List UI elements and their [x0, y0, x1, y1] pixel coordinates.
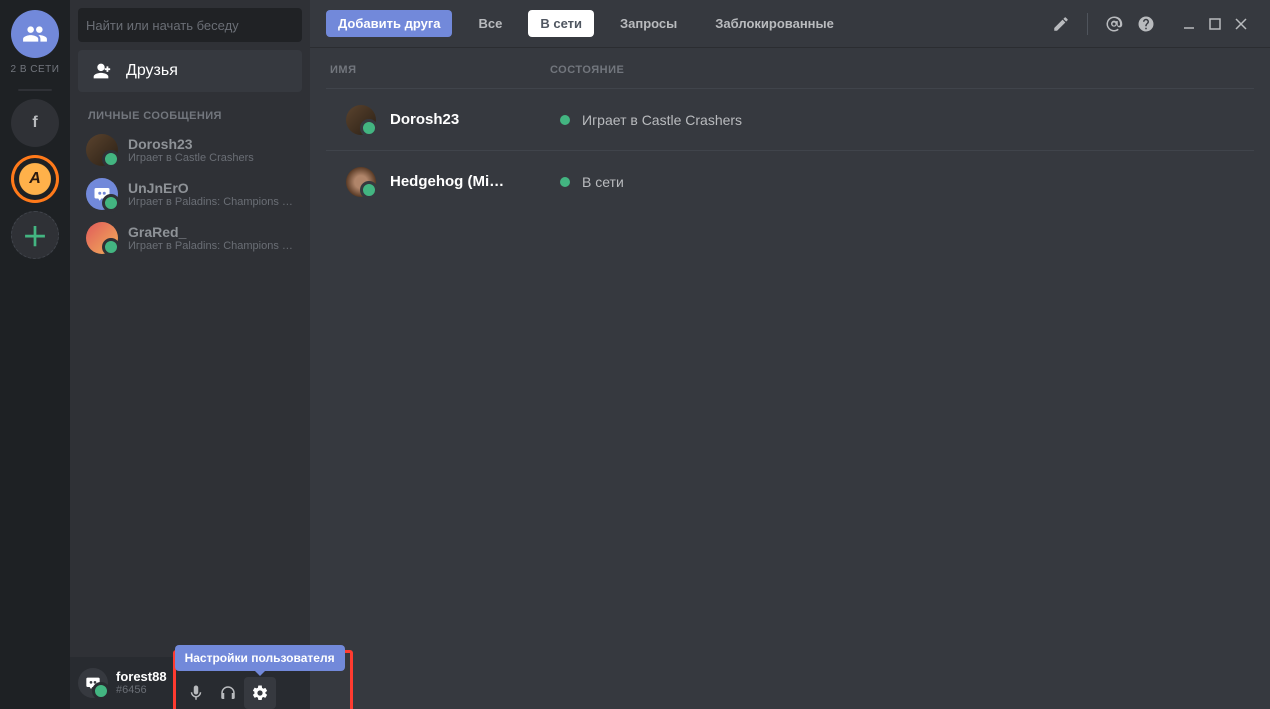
tab-pending[interactable]: Запросы	[608, 10, 689, 37]
dm-sidebar: Друзья ЛИЧНЫЕ СООБЩЕНИЯ Dorosh23 Играет …	[70, 0, 310, 709]
friends-nav-label: Друзья	[126, 62, 178, 80]
deafen-button[interactable]	[212, 677, 244, 709]
dm-section-title: ЛИЧНЫЕ СООБЩЕНИЯ	[70, 92, 310, 128]
dm-item-unjnero[interactable]: UnJnErO Играет в Paladins: Champions of …	[76, 172, 304, 216]
mentions-button[interactable]	[1098, 8, 1130, 40]
avatar	[86, 222, 118, 254]
main-area: Добавить друга Все В сети Запросы Заблок…	[310, 0, 1270, 709]
new-group-dm-button[interactable]	[1045, 8, 1077, 40]
rail-separator	[18, 89, 52, 91]
compose-icon	[1052, 15, 1070, 33]
avatar	[86, 134, 118, 166]
friend-row-dorosh[interactable]: Dorosh23 Играет в Castle Crashers	[326, 88, 1254, 150]
tab-blocked[interactable]: Заблокированные	[703, 10, 846, 37]
gear-icon	[251, 684, 269, 702]
home-button[interactable]	[11, 10, 59, 58]
tab-all[interactable]: Все	[466, 10, 514, 37]
window-maximize[interactable]	[1202, 11, 1228, 37]
window-close[interactable]	[1228, 11, 1254, 37]
dm-item-dorosh[interactable]: Dorosh23 Играет в Castle Crashers	[76, 128, 304, 172]
help-icon	[1137, 15, 1155, 33]
friend-name: Dorosh23	[390, 111, 560, 128]
search-box[interactable]	[78, 8, 302, 42]
dm-name: GraRed_	[128, 224, 294, 240]
online-dot-icon	[560, 115, 570, 125]
guild-rail: 2 В СЕТИ f A ＋	[0, 0, 70, 709]
topbar: Добавить друга Все В сети Запросы Заблок…	[310, 0, 1270, 48]
self-username: forest88	[116, 670, 167, 684]
col-status-header: СОСТОЯНИЕ	[550, 64, 1250, 76]
add-server-button[interactable]: ＋	[11, 211, 59, 259]
friend-name: Hedgehog (Mi…	[390, 173, 560, 190]
toolbar-separator	[1087, 13, 1088, 35]
friend-row-hedgehog[interactable]: Hedgehog (Mi… В сети	[326, 150, 1254, 212]
self-avatar[interactable]	[78, 668, 108, 698]
mute-mic-button[interactable]	[180, 677, 212, 709]
dm-sub: Играет в Castle Crashers	[128, 152, 254, 164]
friends-columns-header: ИМЯ СОСТОЯНИЕ	[310, 48, 1270, 88]
self-tag: #6456	[116, 684, 167, 696]
avatar	[86, 178, 118, 210]
avatar	[346, 167, 376, 197]
user-settings-button[interactable]: Настройки пользователя	[244, 677, 276, 709]
tab-online[interactable]: В сети	[528, 10, 594, 37]
friend-status: Играет в Castle Crashers	[560, 112, 742, 128]
settings-highlight: Настройки пользователя	[173, 650, 353, 709]
col-name-header: ИМЯ	[330, 64, 550, 76]
at-icon	[1105, 15, 1123, 33]
microphone-icon	[187, 684, 205, 702]
online-count-label: 2 В СЕТИ	[11, 64, 60, 75]
dm-item-grared[interactable]: GraRed_ Играет в Paladins: Champions of …	[76, 216, 304, 260]
user-panel: forest88 #6456 Настройки пользователя	[70, 657, 310, 709]
online-dot-icon	[560, 177, 570, 187]
add-friend-button[interactable]: Добавить друга	[326, 10, 452, 37]
dm-sub: Играет в Paladins: Champions of th…	[128, 240, 294, 252]
user-settings-tooltip: Настройки пользователя	[175, 645, 345, 671]
server-f[interactable]: f	[11, 99, 59, 147]
dm-name: UnJnErO	[128, 180, 294, 196]
search-input[interactable]	[86, 18, 294, 33]
window-minimize[interactable]	[1176, 11, 1202, 37]
headphones-icon	[219, 684, 237, 702]
dm-sub: Играет в Paladins: Champions of th…	[128, 196, 294, 208]
help-button[interactable]	[1130, 8, 1162, 40]
friends-nav[interactable]: Друзья	[78, 50, 302, 92]
server-a[interactable]: A	[11, 155, 59, 203]
friend-status: В сети	[560, 174, 624, 190]
dm-name: Dorosh23	[128, 136, 254, 152]
avatar	[346, 105, 376, 135]
friends-icon	[90, 60, 112, 82]
